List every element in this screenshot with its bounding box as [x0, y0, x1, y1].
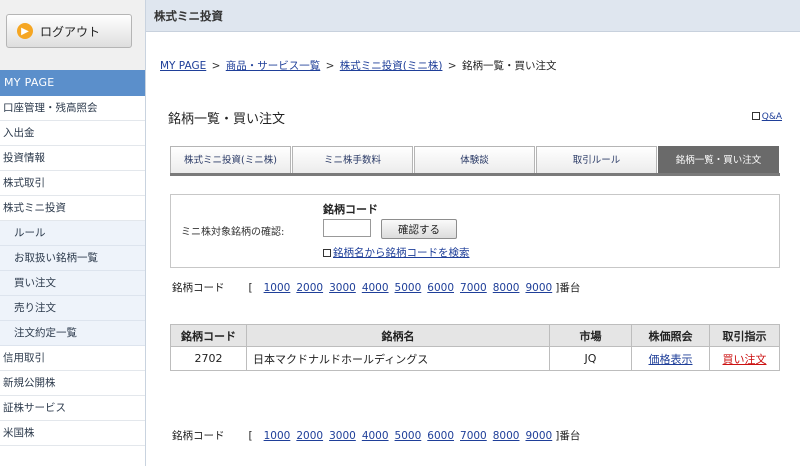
sidebar-subitem[interactable]: お取扱い銘柄一覧 — [0, 246, 145, 271]
code-range-label: 銘柄コード — [172, 282, 225, 294]
tab-rules[interactable]: 取引ルール — [536, 146, 657, 173]
breadcrumb: MY PAGE > 商品・サービス一覧 > 株式ミニ投資(ミニ株) > 銘柄一覧… — [160, 58, 556, 73]
tab-experience[interactable]: 体験談 — [414, 146, 535, 173]
breadcrumb-separator: > — [325, 60, 335, 72]
search-by-name-link[interactable]: 銘柄名から銘柄コードを検索 — [323, 245, 470, 260]
cell-name: 日本マクドナルドホールディングス — [246, 346, 550, 371]
header-market: 市場 — [549, 324, 632, 347]
logout-label: ログアウト — [40, 24, 101, 39]
breadcrumb-current: 銘柄一覧・買い注文 — [461, 60, 557, 72]
code-check-box: 銘柄コード ミニ株対象銘柄の確認: 確認する 銘柄名から銘柄コードを検索 — [170, 194, 780, 268]
code-range-link-8000[interactable]: 8000 — [493, 282, 520, 294]
code-range-link-9000[interactable]: 9000 — [525, 282, 552, 294]
qa-link[interactable]: Q&A — [751, 112, 782, 122]
sidebar-mypage[interactable]: MY PAGE — [0, 70, 145, 96]
sidebar-item[interactable]: 投資情報 — [0, 146, 145, 171]
breadcrumb-mypage[interactable]: MY PAGE — [160, 60, 206, 72]
section-header: 株式ミニ投資 — [146, 0, 800, 32]
code-range-link-3000[interactable]: 3000 — [329, 430, 356, 442]
sidebar-item[interactable]: 口座管理・残高照会 — [0, 96, 145, 121]
code-range-link-6000[interactable]: 6000 — [427, 282, 454, 294]
code-range-link-3000[interactable]: 3000 — [329, 282, 356, 294]
square-icon — [323, 249, 331, 257]
sidebar-item[interactable]: 新規公開株 — [0, 371, 145, 396]
check-label: ミニ株対象銘柄の確認: — [181, 227, 285, 238]
logout-area: ▶ ログアウト — [0, 0, 145, 70]
code-range-link-7000[interactable]: 7000 — [460, 430, 487, 442]
main-content: 株式ミニ投資 MY PAGE > 商品・サービス一覧 > 株式ミニ投資(ミニ株)… — [146, 0, 800, 466]
code-range-link-8000[interactable]: 8000 — [493, 430, 520, 442]
confirm-button[interactable]: 確認する — [381, 219, 457, 239]
code-range-link-5000[interactable]: 5000 — [395, 282, 422, 294]
sidebar-item[interactable]: 信用取引 — [0, 346, 145, 371]
code-range-close-suffix: ]番台 — [555, 430, 581, 442]
header-price: 株価照会 — [631, 324, 710, 347]
code-range-link-4000[interactable]: 4000 — [362, 282, 389, 294]
sidebar-item[interactable]: 入出金 — [0, 121, 145, 146]
sidebar: ▶ ログアウト MY PAGE 口座管理・残高照会 入出金 投資情報 株式取引 株式ミニ… — [0, 0, 146, 466]
code-range-link-2000[interactable]: 2000 — [296, 430, 323, 442]
tab-fees[interactable]: ミニ株手数料 — [292, 146, 413, 173]
header-name: 銘柄名 — [246, 324, 550, 347]
code-input[interactable] — [323, 219, 371, 237]
code-range-link-1000[interactable]: 1000 — [264, 430, 291, 442]
buy-order-link[interactable]: 買い注文 — [723, 353, 767, 366]
sidebar-subitem[interactable]: 売り注文 — [0, 296, 145, 321]
code-range-label: 銘柄コード — [172, 430, 225, 442]
sidebar-item[interactable]: 株式取引 — [0, 171, 145, 196]
code-range-link-7000[interactable]: 7000 — [460, 282, 487, 294]
logout-button[interactable]: ▶ ログアウト — [6, 14, 132, 48]
cell-code: 2702 — [170, 346, 247, 371]
code-range-open-bracket: [ — [248, 282, 253, 294]
tab-mini-stock[interactable]: 株式ミニ投資(ミニ株) — [170, 146, 291, 173]
sidebar-menu: 口座管理・残高照会 入出金 投資情報 株式取引 株式ミニ投資 ルール お取扱い銘柄一覧 買い注… — [0, 96, 145, 446]
tab-bar: 株式ミニ投資(ミニ株) ミニ株手数料 体験談 取引ルール 銘柄一覧・買い注文 — [170, 146, 780, 176]
code-label: 銘柄コード — [323, 203, 378, 216]
code-range-link-9000[interactable]: 9000 — [525, 430, 552, 442]
table-header-row: 銘柄コード 銘柄名 市場 株価照会 取引指示 — [170, 324, 780, 347]
sidebar-item[interactable]: 株式ミニ投資 — [0, 196, 145, 221]
breadcrumb-separator: > — [211, 60, 221, 72]
code-range-link-6000[interactable]: 6000 — [427, 430, 454, 442]
header-code: 銘柄コード — [170, 324, 247, 347]
page-title: 銘柄一覧・買い注文 — [168, 112, 286, 127]
cell-market: JQ — [549, 346, 632, 371]
table-row: 2702 日本マクドナルドホールディングス JQ 価格表示 買い注文 — [170, 346, 780, 371]
breadcrumb-mini-stock[interactable]: 株式ミニ投資(ミニ株) — [340, 60, 443, 72]
code-range-nav-bottom: 銘柄コード [1000 2000 3000 4000 5000 6000 7000 8000 90… — [172, 428, 580, 443]
tab-stock-list[interactable]: 銘柄一覧・買い注文 — [658, 146, 779, 173]
cell-trade: 買い注文 — [709, 346, 780, 371]
sidebar-subitem[interactable]: 買い注文 — [0, 271, 145, 296]
sidebar-item[interactable]: 米国株 — [0, 421, 145, 446]
breadcrumb-services[interactable]: 商品・サービス一覧 — [226, 60, 321, 72]
code-range-open-bracket: [ — [248, 430, 253, 442]
square-icon — [751, 112, 760, 120]
code-range-close-suffix: ]番台 — [555, 282, 581, 294]
header-trade: 取引指示 — [709, 324, 780, 347]
cell-price: 価格表示 — [631, 346, 710, 371]
code-range-link-4000[interactable]: 4000 — [362, 430, 389, 442]
price-display-link[interactable]: 価格表示 — [649, 353, 693, 366]
sidebar-item[interactable]: 証株サービス — [0, 396, 145, 421]
sidebar-subitem[interactable]: 注文約定一覧 — [0, 321, 145, 346]
code-range-link-5000[interactable]: 5000 — [395, 430, 422, 442]
sidebar-subitem[interactable]: ルール — [0, 221, 145, 246]
stock-table: 銘柄コード 銘柄名 市場 株価照会 取引指示 2702 日本マクドナルドホールデ… — [170, 324, 780, 371]
code-range-link-1000[interactable]: 1000 — [264, 282, 291, 294]
code-range-nav-top: 銘柄コード [1000 2000 3000 4000 5000 6000 7000 8000 90… — [172, 280, 580, 295]
arrow-right-circle-icon: ▶ — [17, 23, 33, 39]
search-by-name-label: 銘柄名から銘柄コードを検索 — [333, 247, 470, 259]
breadcrumb-separator: > — [447, 60, 457, 72]
qa-label: Q&A — [761, 112, 782, 122]
code-range-link-2000[interactable]: 2000 — [296, 282, 323, 294]
